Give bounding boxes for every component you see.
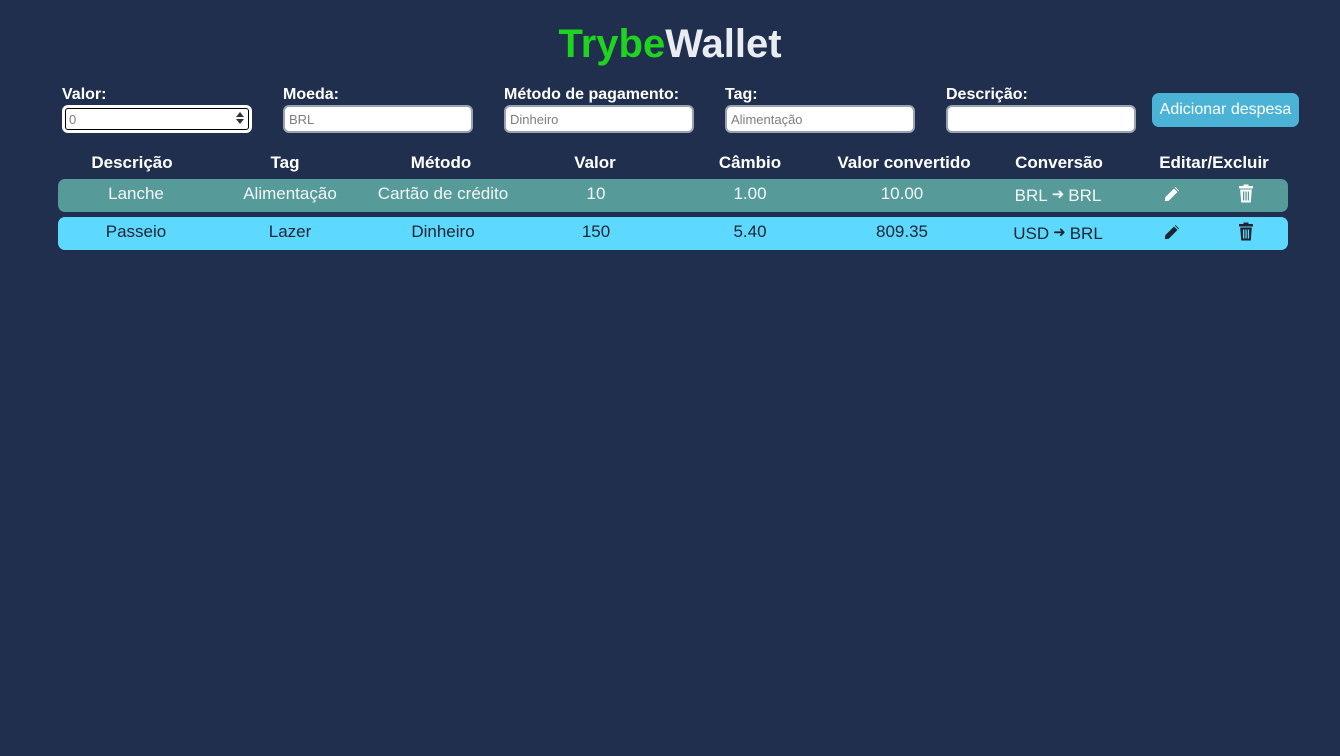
- cell-conversao: USD ➜ BRL: [982, 224, 1134, 245]
- cell-descricao: Passeio: [105, 222, 167, 241]
- arrow-right-icon: ➜: [1053, 224, 1066, 241]
- cell-valor-convertido: 10.00: [880, 184, 924, 203]
- moeda-input[interactable]: [283, 105, 473, 133]
- tag-input[interactable]: [725, 105, 915, 133]
- table-row: Passeio Lazer Dinheiro 150 5.40 809.35 U…: [58, 217, 1288, 250]
- header-descricao: Descrição: [91, 153, 173, 172]
- header-metodo: Método: [410, 153, 472, 172]
- add-expense-button[interactable]: Adicionar despesa: [1152, 93, 1299, 127]
- descricao-field: Descrição:: [946, 86, 1138, 133]
- header-editar-excluir: Editar/Excluir: [1159, 153, 1269, 172]
- cell-valor: 10: [586, 184, 606, 203]
- cell-cambio: 1.00: [733, 184, 767, 203]
- metodo-input[interactable]: [504, 105, 694, 133]
- delete-button[interactable]: [1235, 222, 1257, 244]
- from-currency: USD: [1013, 224, 1050, 243]
- header-cambio: Câmbio: [718, 153, 782, 172]
- cell-valor: 150: [581, 222, 611, 241]
- cell-descricao: Lanche: [108, 184, 164, 203]
- metodo-label: Método de pagamento:: [504, 86, 680, 103]
- trash-icon: [1239, 184, 1253, 203]
- from-currency: BRL: [1014, 186, 1048, 205]
- to-currency: BRL: [1068, 186, 1102, 205]
- valor-input[interactable]: [62, 105, 252, 133]
- valor-field: Valor:: [62, 86, 254, 133]
- app-title-trybe: Trybe: [558, 22, 666, 66]
- cell-conversao: BRL ➜ BRL: [982, 186, 1134, 207]
- to-currency: BRL: [1069, 224, 1103, 243]
- moeda-label: Moeda:: [283, 86, 339, 103]
- trash-icon: [1239, 222, 1253, 241]
- valor-label: Valor:: [62, 86, 107, 103]
- app-title: TrybeWallet: [0, 21, 1340, 67]
- pencil-icon: [1163, 185, 1181, 203]
- metodo-field: Método de pagamento:: [504, 86, 696, 133]
- cell-cambio: 5.40: [733, 222, 767, 241]
- header-valor: Valor: [574, 153, 616, 172]
- app-title-wallet: Wallet: [665, 22, 782, 66]
- moeda-field: Moeda:: [283, 86, 475, 133]
- cell-metodo: Cartão de crédito: [377, 184, 509, 203]
- header-conversao: Conversão: [1015, 153, 1103, 172]
- arrow-right-icon: ➜: [1051, 186, 1065, 203]
- cell-tag: Alimentação: [243, 184, 337, 203]
- table-row: Lanche Alimentação Cartão de crédito 10 …: [58, 179, 1288, 212]
- cell-valor-convertido: 809.35: [876, 222, 928, 241]
- cell-metodo: Dinheiro: [411, 222, 475, 241]
- edit-button[interactable]: [1161, 222, 1183, 244]
- descricao-label: Descrição:: [946, 86, 1028, 103]
- table-header: Descrição Tag Método Valor Câmbio Valor …: [58, 153, 1288, 173]
- header-valor-convertido: Valor convertido: [837, 153, 971, 172]
- tag-field: Tag:: [725, 86, 917, 133]
- pencil-icon: [1163, 223, 1181, 241]
- descricao-input[interactable]: [946, 105, 1136, 133]
- cell-tag: Lazer: [268, 222, 312, 241]
- header-tag: Tag: [270, 153, 300, 172]
- delete-button[interactable]: [1235, 184, 1257, 206]
- tag-label: Tag:: [725, 86, 758, 103]
- edit-button[interactable]: [1161, 184, 1183, 206]
